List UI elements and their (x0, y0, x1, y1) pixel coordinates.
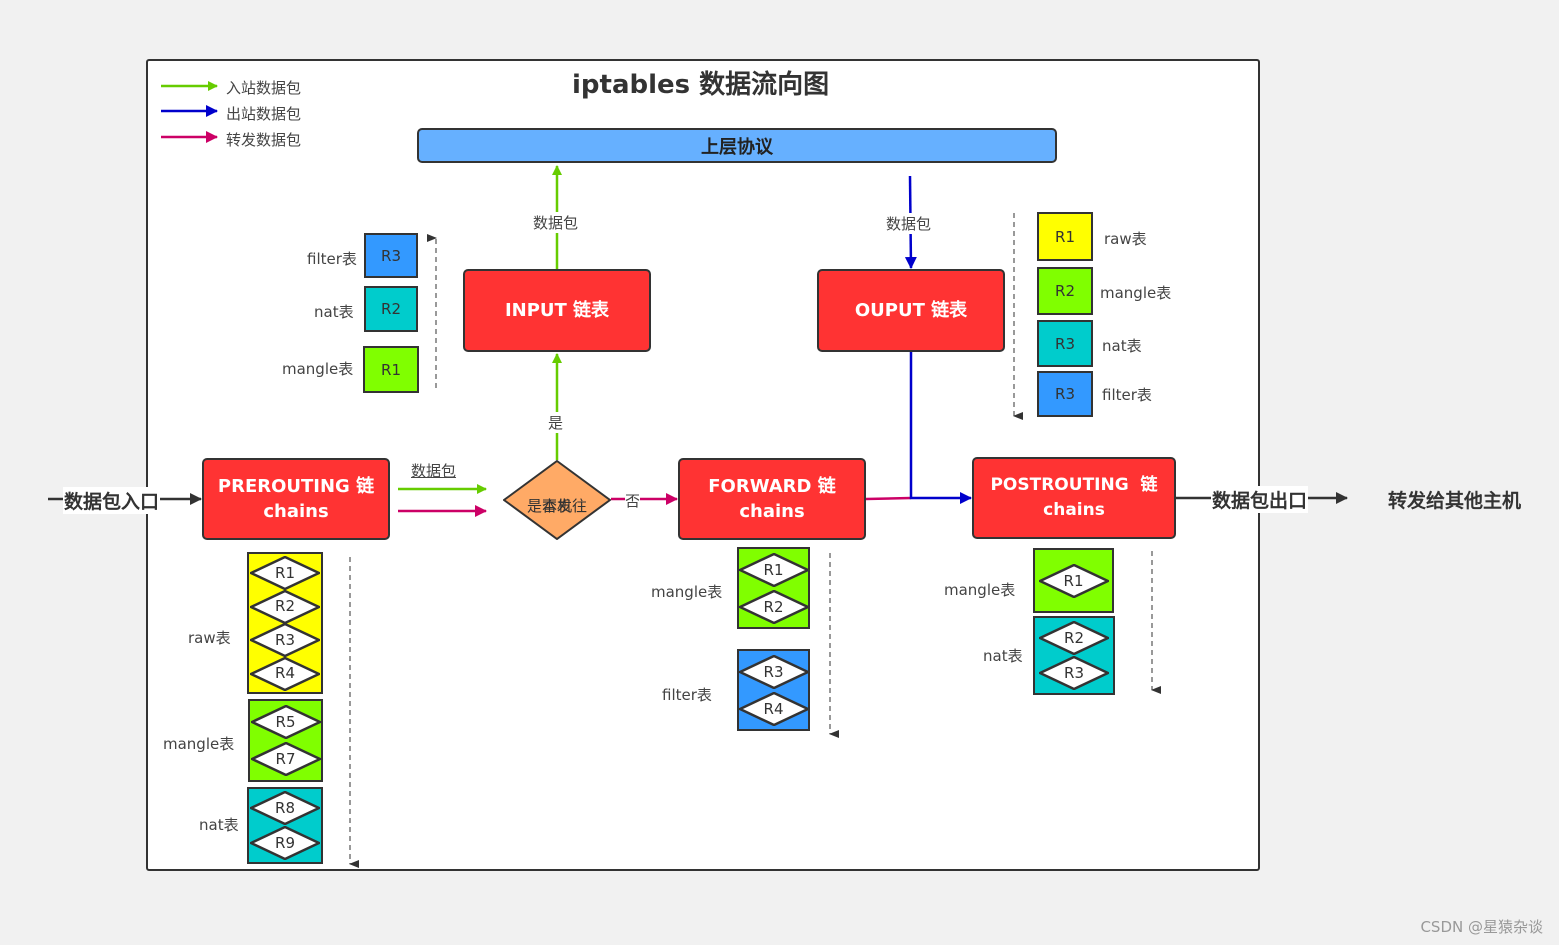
output-table-nat: R3 (1037, 320, 1093, 367)
rule-diamond: R2 (250, 589, 320, 624)
input-table-mangle: R1 (363, 346, 419, 393)
output-table-raw: R1 (1037, 212, 1093, 261)
packet-label-prerouting: 数据包 (411, 460, 457, 481)
prerouting-table-mangle: R5 R7 (248, 699, 323, 782)
postrouting-table-label-mangle: mangle表 (944, 581, 1016, 599)
rule-diamond: R1 (738, 552, 809, 587)
rule-diamond: R7 (250, 742, 321, 777)
rule-label: R9 (275, 833, 295, 852)
decision-line2: 本机 (541, 497, 572, 515)
prerouting-chain-subtitle: chains (263, 501, 329, 522)
rule-label: R1 (1055, 227, 1075, 246)
input-chain-title: INPUT 链表 (504, 300, 610, 321)
rule-label: R1 (275, 563, 295, 582)
rule-label: R4 (275, 664, 295, 683)
decision-local-destination: 是否发往 本机 (502, 459, 612, 541)
input-table-label-mangle: mangle表 (282, 360, 354, 378)
output-chain: OUPUT 链表 (817, 269, 1005, 352)
forward-table-mangle: R1 R2 (737, 547, 810, 629)
forward-table-label-filter: filter表 (662, 686, 712, 704)
forward-chain-title: FORWARD 链 (708, 476, 836, 497)
diagram-title: iptables 数据流向图 (572, 70, 830, 100)
rule-diamond: R3 (250, 623, 320, 657)
packet-label-input: 数据包 (533, 212, 579, 233)
rule-diamond: R4 (738, 691, 809, 726)
output-table-label-mangle: mangle表 (1100, 284, 1172, 302)
rule-label: R3 (275, 630, 295, 649)
prerouting-chain: PREROUTING 链 chains (202, 458, 390, 540)
rule-diamond: R8 (250, 791, 320, 826)
rule-diamond: R1 (250, 556, 320, 590)
rule-label: R5 (275, 712, 296, 731)
packet-exit-label: 数据包出口 (1211, 486, 1309, 513)
input-table-filter: R3 (364, 233, 418, 278)
rule-label: R2 (763, 597, 784, 616)
legend-inbound: 入站数据包 (226, 79, 302, 97)
input-table-label-nat: nat表 (314, 303, 354, 321)
prerouting-table-label-raw: raw表 (188, 629, 231, 647)
rule-label: R2 (1064, 628, 1084, 647)
forward-to-other-host-label: 转发给其他主机 (1388, 490, 1522, 512)
packet-label-output: 数据包 (886, 213, 932, 234)
rule-diamond: R9 (250, 825, 320, 860)
packet-entry-label: 数据包入口 (63, 487, 161, 514)
rule-diamond: R2 (1039, 620, 1109, 655)
rule-diamond: R5 (250, 704, 321, 739)
output-table-label-raw: raw表 (1104, 230, 1147, 248)
rule-label: R2 (1055, 282, 1075, 300)
forward-table-filter: R3 R4 (737, 649, 810, 731)
legend-forward: 转发数据包 (226, 131, 302, 149)
prerouting-table-raw: R1 R2 R3 R4 (247, 552, 323, 694)
prerouting-table-nat: R8 R9 (247, 787, 323, 864)
rule-label: R3 (381, 246, 401, 265)
postrouting-chain-title: POSTROUTING 链 (990, 475, 1158, 495)
prerouting-chain-title: PREROUTING 链 (217, 476, 375, 497)
output-table-label-filter: filter表 (1102, 386, 1152, 404)
yes-label: 是 (548, 412, 564, 433)
rule-diamond: R3 (738, 654, 809, 689)
legend-outbound: 出站数据包 (226, 105, 302, 123)
postrouting-table-nat: R2 R3 (1033, 616, 1115, 695)
rule-label: R3 (1055, 334, 1075, 353)
no-label: 否 (625, 490, 641, 511)
forward-chain: FORWARD 链 chains (678, 458, 866, 540)
postrouting-table-label-nat: nat表 (983, 647, 1023, 665)
output-table-label-nat: nat表 (1102, 337, 1142, 355)
prerouting-table-label-mangle: mangle表 (163, 735, 235, 753)
watermark: CSDN @星猿杂谈 (1420, 918, 1543, 936)
postrouting-chain: POSTROUTING 链 chains (972, 457, 1176, 539)
rule-label: R3 (763, 662, 784, 681)
output-chain-title: OUPUT 链表 (854, 300, 968, 321)
input-table-nat: R2 (364, 286, 418, 332)
upper-protocol-box: 上层协议 (417, 128, 1057, 163)
rule-label: R8 (275, 799, 295, 818)
input-chain: INPUT 链表 (463, 269, 651, 352)
output-table-mangle: R2 (1037, 267, 1093, 315)
rule-label: R1 (763, 560, 784, 579)
postrouting-table-mangle: R1 (1033, 548, 1114, 613)
forward-chain-subtitle: chains (739, 501, 805, 522)
rule-label: R7 (275, 750, 296, 769)
rule-label: R1 (381, 360, 401, 379)
rule-label: R3 (1055, 385, 1075, 403)
rule-label: R3 (1064, 664, 1084, 683)
input-table-label-filter: filter表 (307, 250, 357, 268)
postrouting-chain-subtitle: chains (1043, 500, 1105, 520)
rule-diamond: R2 (738, 589, 809, 624)
output-table-filter: R3 (1037, 371, 1093, 417)
rule-diamond: R4 (250, 656, 320, 691)
decision-text: 是否发往 本机 (503, 478, 611, 515)
rule-label: R2 (381, 300, 401, 318)
rule-label: R1 (1063, 571, 1084, 590)
rule-diamond: R3 (1039, 656, 1109, 691)
rule-label: R4 (763, 699, 784, 718)
rule-label: R2 (275, 597, 295, 616)
rule-diamond: R1 (1038, 563, 1109, 598)
prerouting-table-label-nat: nat表 (199, 816, 239, 834)
forward-table-label-mangle: mangle表 (651, 583, 723, 601)
